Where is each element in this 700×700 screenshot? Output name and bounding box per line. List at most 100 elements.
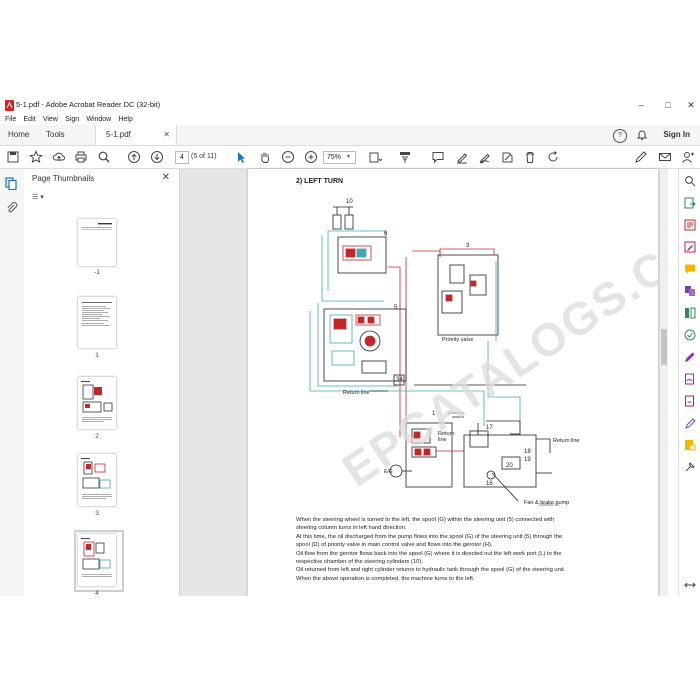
thumbnail-preview [82,302,112,326]
expand-collapse-icon[interactable] [684,579,696,591]
thumbnail-label: 3 [95,510,99,517]
edit-fill-icon[interactable] [634,150,648,164]
save-icon[interactable] [6,150,20,164]
figure-id: 7609A5ECS5 [538,503,560,507]
paragraph: Oil returned from left and right cylinde… [296,567,566,574]
thumbnail-preview [82,223,112,230]
combine-files-icon[interactable] [684,285,696,297]
thumbnail-page-2[interactable] [78,377,116,429]
thumbnail-options-button[interactable]: ☰ ▾ [32,193,50,205]
fill-sign-icon[interactable] [500,150,514,164]
zoom-out-icon[interactable] [281,150,295,164]
chevron-down-icon[interactable]: ▾ [347,151,350,163]
page-number-input[interactable]: 4 [175,151,189,164]
thumbnail-label: 1 [95,352,99,359]
create-pdf-icon[interactable] [684,219,696,231]
paragraph: When the above operation is completed, t… [296,575,475,582]
send-for-signature-icon[interactable] [684,373,696,385]
close-panel-icon[interactable]: ✕ [162,172,170,183]
tab-document[interactable]: 5-1.pdf ✕ [95,125,177,145]
page-view-icon[interactable] [368,150,382,164]
fill-sign-tool-icon[interactable] [684,351,696,363]
edit-pdf-icon[interactable] [684,241,696,253]
menu-file[interactable]: File [5,114,16,125]
thumbnail-page-1[interactable] [78,297,116,348]
priority-valve-label: Priority valve [442,337,473,343]
export-pdf-icon[interactable] [684,197,696,209]
previous-page-icon[interactable] [127,150,141,164]
highlight-pen-icon[interactable] [455,150,469,164]
thumbnail-page-3[interactable] [78,454,116,506]
thumbnail-label: -1 [94,269,100,276]
draw-pen-icon[interactable] [478,150,492,164]
bell-icon[interactable] [636,129,648,141]
label-6: 6 [384,231,388,237]
tab-home[interactable]: Home [8,125,29,145]
left-navigation-rail [0,169,25,596]
thumbnail-label: 4 [95,590,99,596]
hand-tool-icon[interactable] [258,150,272,164]
rotate-icon[interactable] [546,150,560,164]
paragraph: When the steering wheel is turned to the… [296,517,555,532]
tab-close-icon[interactable]: ✕ [163,125,170,145]
label-19: 19 [524,457,531,463]
label-16: 16 [486,481,493,487]
menu-sign[interactable]: Sign [65,114,79,125]
label-3: 3 [466,243,470,249]
section-heading: 2) LEFT TURN [296,178,344,185]
menu-window[interactable]: Window [86,114,111,125]
thumbnail-page-minus1[interactable] [78,219,116,266]
menu-help[interactable]: Help [118,114,132,125]
scroll-mode-icon[interactable] [398,150,412,164]
delete-trash-icon[interactable] [523,150,537,164]
menu-view[interactable]: View [43,114,58,125]
organize-pages-icon[interactable] [684,307,696,319]
share-email-icon[interactable] [658,150,672,164]
paragraph: Oil flow from the gerotor flows back int… [296,550,562,566]
select-cursor-icon[interactable] [234,150,248,164]
sign-in-button[interactable]: Sign In [663,125,690,145]
document-viewport: 2) LEFT TURN 10 6 3 5 34 1 17 18 19 20 1… [180,169,668,596]
acrobat-window: 5-1.pdf - Adobe Acrobat Reader DC (32-bi… [0,97,700,596]
tab-document-label: 5-1.pdf [106,130,131,139]
prepare-form-icon[interactable] [684,417,696,429]
maximize-button[interactable]: □ [657,99,679,112]
title-bar: 5-1.pdf - Adobe Acrobat Reader DC (32-bi… [0,97,700,114]
scan-ocr-icon[interactable] [684,329,696,341]
document-scrollbar-thumb[interactable] [661,329,667,365]
zoom-in-icon[interactable] [304,150,318,164]
attachments-paperclip-icon[interactable] [5,201,18,214]
zoom-level-select[interactable]: 75% [323,151,356,164]
comment-tool-icon[interactable] [684,263,696,275]
tab-tools[interactable]: Tools [46,125,65,145]
thumbnail-preview [81,381,113,422]
label-18: 18 [524,449,531,455]
upload-cloud-icon[interactable] [52,150,66,164]
paragraph: At this time, the oil discharged from th… [296,533,563,549]
search-icon[interactable] [97,150,111,164]
bookmark-star-icon[interactable] [29,150,43,164]
help-icon[interactable]: ? [613,129,627,143]
comment-icon[interactable] [431,150,445,164]
protect-icon[interactable] [684,395,696,407]
close-window-button[interactable]: ✕ [680,99,700,112]
description-text: When the steering wheel is turned to the… [296,516,566,583]
search-tool-icon[interactable] [684,175,696,187]
page-thumbnails-panel: Page Thumbnails ✕ ☰ ▾ -1 1 2 3 4 [24,169,199,596]
label-34: 34 [396,377,403,383]
return-line-label-1: Return line [343,390,370,396]
thumbnail-preview [81,458,112,499]
minimize-button[interactable]: – [630,99,652,112]
menu-edit[interactable]: Edit [24,114,36,125]
thumbnail-page-4[interactable] [78,534,116,586]
stamp-icon[interactable] [684,439,696,451]
label-10: 10 [346,199,353,205]
more-tools-icon[interactable] [684,461,696,473]
print-icon[interactable] [74,150,88,164]
document-scrollbar[interactable] [660,169,668,596]
right-tools-rail [678,169,700,596]
next-page-icon[interactable] [150,150,164,164]
page-thumbnails-icon[interactable] [5,177,18,190]
share-user-icon[interactable] [681,150,695,164]
tab-bar: Home Tools 5-1.pdf ✕ ? Sign In [0,125,700,146]
